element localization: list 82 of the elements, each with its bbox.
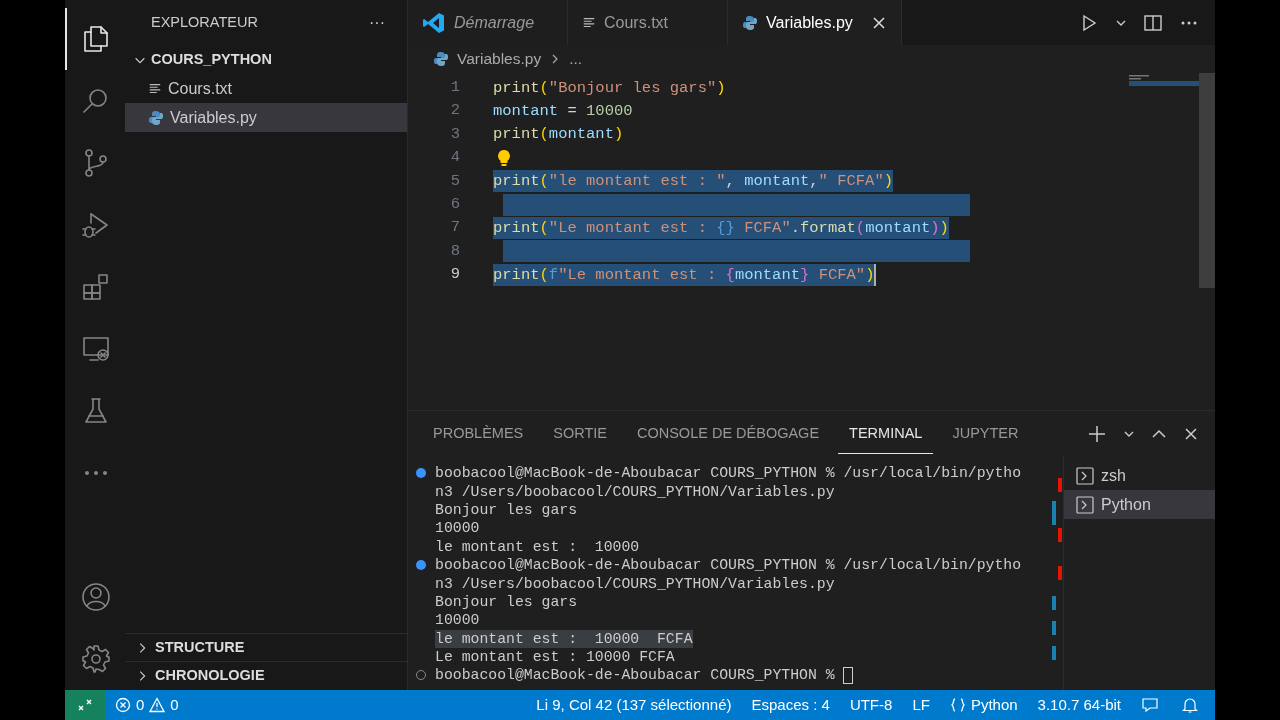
scrollbar-marker <box>1052 596 1056 610</box>
scrollbar-thumb[interactable] <box>1199 73 1215 288</box>
terminal-line: 10000 <box>435 611 480 630</box>
code-line: print(montant) <box>493 124 624 146</box>
feedback-icon[interactable] <box>1141 696 1159 714</box>
terminal-list-item[interactable]: zsh <box>1064 461 1215 490</box>
warning-icon <box>149 697 166 713</box>
breadcrumb-item[interactable]: Variables.py <box>457 47 542 71</box>
minimap-drawing <box>1129 75 1199 86</box>
panel-tab[interactable]: TERMINAL <box>838 413 934 454</box>
editor-tab[interactable]: Variables.py <box>728 0 902 45</box>
add-icon[interactable] <box>1087 423 1107 444</box>
terminal-icon <box>1076 466 1094 485</box>
breadcrumb-item[interactable]: ... <box>569 47 583 71</box>
scrollbar-marker <box>1052 621 1056 635</box>
terminal-cursor <box>843 667 854 684</box>
remote-icon <box>77 697 93 713</box>
file-item[interactable]: Variables.py <box>125 103 407 132</box>
text-file-icon <box>148 81 162 96</box>
settings-icon[interactable] <box>80 643 112 675</box>
line-number: 4 <box>449 147 460 169</box>
scrollbar-marker <box>1058 478 1062 492</box>
terminal-line: 10000 <box>435 519 480 538</box>
close-icon[interactable] <box>1183 425 1199 442</box>
terminal-icon <box>1076 495 1094 514</box>
cursor-position-status[interactable]: Li 9, Col 42 (137 sélectionné) <box>526 693 742 717</box>
close-icon[interactable] <box>870 14 887 31</box>
line-number: 9 <box>449 264 460 286</box>
language-status[interactable]: Python <box>939 693 1028 717</box>
more-actions-button[interactable]: ··· <box>369 10 385 35</box>
terminal-line: boobacool@MacBook-de-Aboubacar COURS_PYTHON % /usr/local/bin/pytho <box>435 556 1022 575</box>
terminal-line: n3 /Users/boobacool/COURS_PYTHON/Variables.py <box>435 482 835 501</box>
panel-tab[interactable]: JUPYTER <box>941 413 1030 454</box>
terminal-line: boobacool@MacBook-de-Aboubacar COURS_PYTHON % /usr/local/bin/pytho <box>435 464 1022 483</box>
lightbulb-icon[interactable] <box>497 148 511 167</box>
interpreter-status[interactable]: 3.10.7 64-bit <box>1027 693 1131 717</box>
editor-tab[interactable]: Démarrage <box>408 0 568 45</box>
file-item[interactable]: Cours.txt <box>125 74 407 103</box>
account-icon[interactable] <box>80 581 112 613</box>
sidebar-title: EXPLORATEUR <box>151 12 258 32</box>
line-number: 7 <box>449 217 460 239</box>
python-file-icon <box>742 14 758 31</box>
terminal-line: Bonjour les gars <box>435 500 578 519</box>
encoding-status[interactable]: UTF-8 <box>839 693 903 717</box>
error-icon <box>115 697 131 713</box>
scrollbar-marker <box>1052 646 1056 660</box>
line-ending-status[interactable]: LF <box>902 693 940 717</box>
code-line: print("Bonjour les gars") <box>493 77 726 99</box>
editor-tab[interactable]: Cours.txt <box>568 0 728 45</box>
terminal-list-item[interactable]: Python <box>1064 490 1215 519</box>
line-number: 2 <box>449 100 460 122</box>
code-line: montant = 10000 <box>493 101 633 123</box>
folder-item[interactable]: COURS_PYTHON <box>125 45 407 74</box>
panel-tab[interactable]: SORTIE <box>542 413 618 454</box>
text-file-icon <box>582 15 596 30</box>
text-cursor <box>874 263 877 286</box>
terminal-line: n3 /Users/boobacool/COURS_PYTHON/Variables.py <box>435 574 835 593</box>
line-number: 3 <box>449 123 460 145</box>
python-file-icon <box>148 109 164 126</box>
indentation-status[interactable]: Espaces : 4 <box>741 693 840 717</box>
section-header[interactable]: STRUCTURE <box>155 636 245 659</box>
line-number: 6 <box>449 194 460 215</box>
terminal-line: le montant est : 10000 <box>435 537 640 556</box>
panel-tab[interactable]: PROBLÈMES <box>422 413 535 454</box>
file-name: Variables.py <box>170 107 257 128</box>
braces-icon <box>949 697 966 713</box>
scrollbar-marker <box>1058 528 1062 542</box>
line-number: 5 <box>449 170 460 192</box>
problems-status[interactable]: 0 0 <box>105 693 189 717</box>
panel-tab[interactable]: CONSOLE DE DÉBOGAGE <box>625 413 831 454</box>
line-number: 8 <box>449 240 460 262</box>
line-number: 1 <box>449 77 460 99</box>
split-editor-icon[interactable] <box>1143 12 1163 33</box>
python-file-icon <box>433 51 449 67</box>
terminal-line: boobacool@MacBook-de-Aboubacar COURS_PYTHON % <box>435 666 836 685</box>
bell-icon[interactable] <box>1181 696 1199 714</box>
terminal-line: Le montant est : 10000 FCFA <box>435 648 675 667</box>
scrollbar-marker <box>1058 566 1062 580</box>
section-header[interactable]: CHRONOLOGIE <box>155 664 265 687</box>
terminal-line: Bonjour les gars <box>435 592 578 611</box>
app-logo-icon <box>422 10 446 35</box>
file-name: Cours.txt <box>168 78 232 99</box>
